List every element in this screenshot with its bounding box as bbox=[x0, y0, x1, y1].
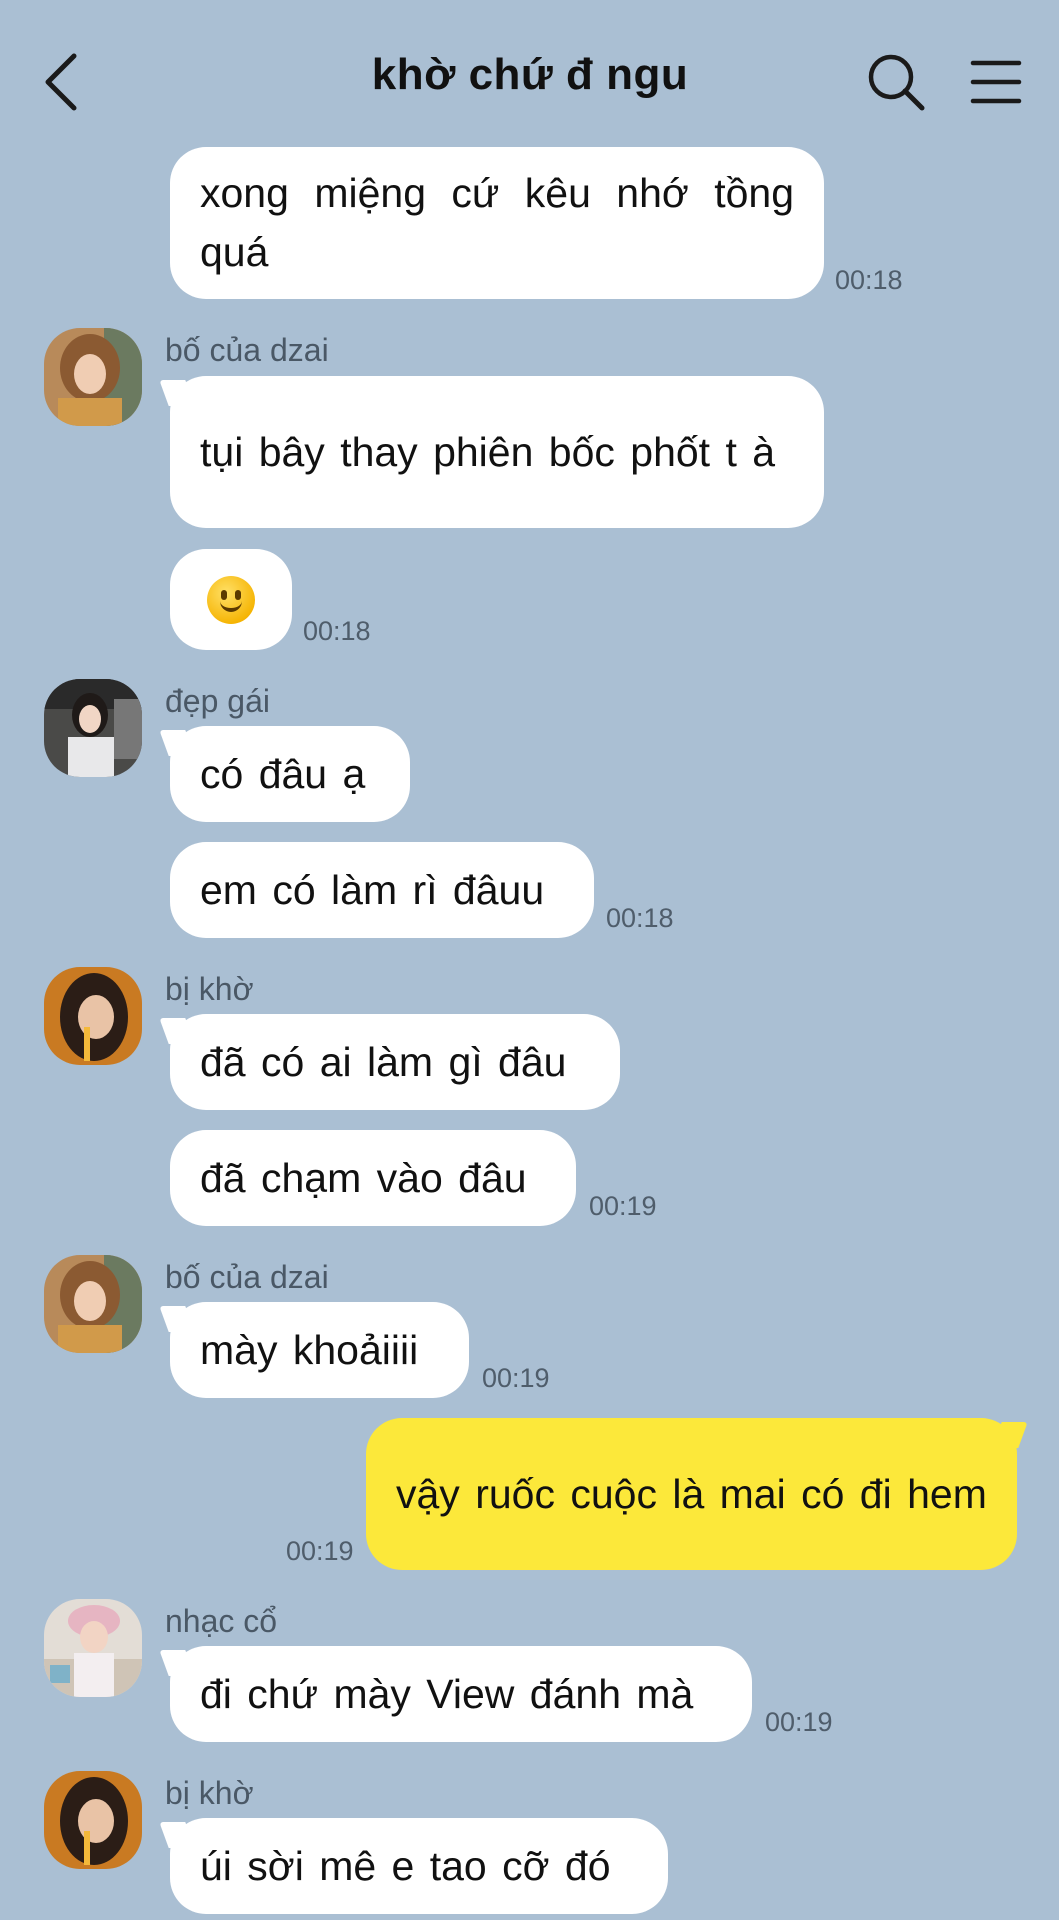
message-bubble[interactable]: úi sời mê e tao cỡ đó bbox=[170, 1818, 668, 1914]
message-bubble[interactable]: tụi bây thay phiên bốc phốt t à bbox=[170, 376, 824, 528]
message-time: 00:19 bbox=[589, 1191, 657, 1221]
message-bubble[interactable]: đã chạm vào đâu bbox=[170, 1130, 576, 1226]
message-time: 00:19 bbox=[286, 1536, 354, 1566]
message-bubble[interactable]: xong miệng cứ kêu nhớ tồng quá bbox=[170, 147, 824, 299]
chat-header: khờ chứ đ ngu bbox=[0, 0, 1059, 150]
avatar[interactable] bbox=[44, 1771, 142, 1869]
message-time: 00:18 bbox=[303, 616, 371, 646]
avatar[interactable] bbox=[44, 328, 142, 426]
sender-name: bố của dzai bbox=[165, 1259, 329, 1295]
message-bubble-outgoing[interactable]: vậy ruốc cuộc là mai có đi hem bbox=[366, 1418, 1017, 1570]
search-icon[interactable] bbox=[866, 52, 926, 112]
chat-title: khờ chứ đ ngu bbox=[371, 50, 689, 99]
sender-name: bị khờ bbox=[165, 971, 254, 1007]
message-bubble[interactable]: đi chứ mày View đánh mà bbox=[170, 1646, 752, 1742]
avatar[interactable] bbox=[44, 679, 142, 777]
hamburger-menu-icon[interactable] bbox=[970, 58, 1022, 106]
avatar[interactable] bbox=[44, 967, 142, 1065]
message-time: 00:19 bbox=[765, 1707, 833, 1737]
message-time: 00:18 bbox=[835, 265, 903, 295]
message-bubble[interactable]: em có làm rì đâuu bbox=[170, 842, 594, 938]
message-bubble[interactable]: đã có ai làm gì đâu bbox=[170, 1014, 620, 1110]
message-time: 00:18 bbox=[606, 903, 674, 933]
sender-name: đẹp gái bbox=[165, 683, 270, 719]
sender-name: bị khờ bbox=[165, 1775, 254, 1811]
sender-name: bố của dzai bbox=[165, 332, 329, 368]
avatar[interactable] bbox=[44, 1599, 142, 1697]
message-time: 00:19 bbox=[482, 1363, 550, 1393]
sender-name: nhạc cổ bbox=[165, 1603, 278, 1639]
slightly-smiling-face-icon bbox=[207, 575, 255, 624]
chevron-left-icon[interactable] bbox=[38, 50, 86, 114]
message-bubble[interactable]: mày khoảiiii bbox=[170, 1302, 469, 1398]
message-bubble[interactable] bbox=[170, 549, 292, 650]
avatar[interactable] bbox=[44, 1255, 142, 1353]
message-bubble[interactable]: có đâu ạ bbox=[170, 726, 410, 822]
